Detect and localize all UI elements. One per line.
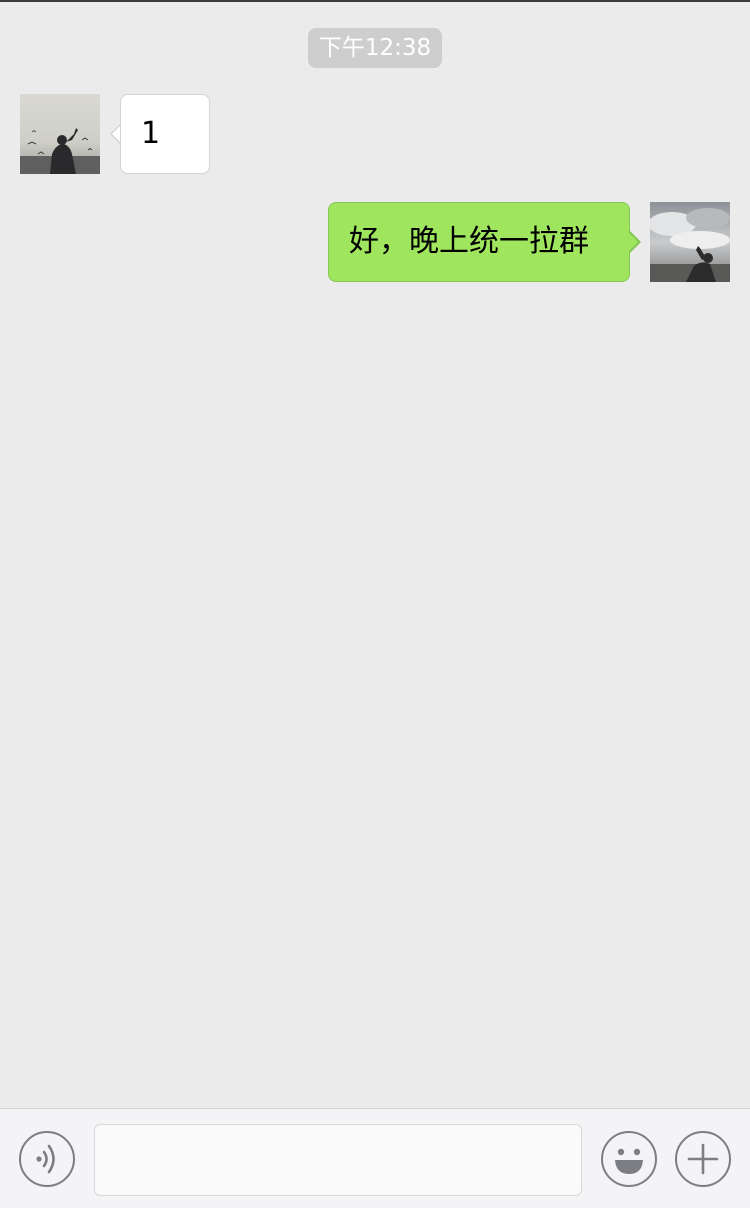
voice-wave-icon <box>36 1144 55 1174</box>
message-list[interactable]: 下午12:38 1 好，晚上统一拉群 <box>0 2 750 1108</box>
message-timestamp: 下午12:38 <box>308 28 442 68</box>
contact-avatar[interactable] <box>20 94 100 174</box>
incoming-message-bubble[interactable]: 1 <box>120 94 210 174</box>
voice-input-button[interactable] <box>19 1131 75 1187</box>
seagull-silhouette-avatar <box>20 94 100 174</box>
outgoing-message-bubble[interactable]: 好，晚上统一拉群 <box>328 202 630 282</box>
message-input[interactable] <box>94 1124 582 1196</box>
emoji-button[interactable] <box>601 1131 657 1187</box>
outgoing-message-text: 好，晚上统一拉群 <box>349 224 589 259</box>
incoming-message-text: 1 <box>141 116 161 151</box>
plus-icon <box>687 1143 719 1175</box>
more-options-button[interactable] <box>675 1131 731 1187</box>
smiley-icon <box>615 1148 643 1174</box>
cloudy-sky-silhouette-avatar <box>650 202 730 282</box>
outgoing-bubble-tail <box>628 232 638 252</box>
chat-input-bar <box>0 1108 750 1208</box>
my-avatar[interactable] <box>650 202 730 282</box>
